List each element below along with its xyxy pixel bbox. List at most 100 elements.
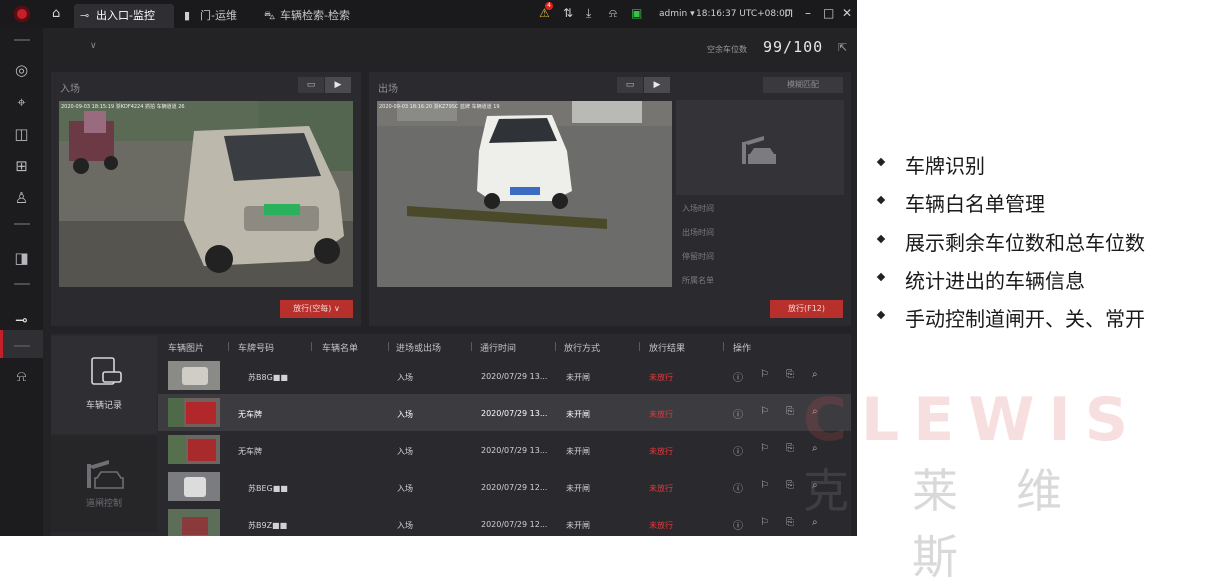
vehicle-thumbnail: [168, 509, 220, 536]
result-cell: 未放行: [649, 484, 673, 493]
tab-vehicle-records[interactable]: 车辆记录: [51, 336, 157, 434]
records-tab-label: 车辆记录: [85, 401, 122, 411]
entry-camera-timestamp: 2020-09-03 18:15:19 浙KDF4224 抓拍 车辆道道 26: [61, 104, 185, 110]
close-icon[interactable]: ✕: [842, 6, 852, 20]
exit-open-gate-button[interactable]: 放行(F12): [770, 300, 843, 318]
sidebar-divider: [14, 223, 30, 225]
feature-text: 手动控制道闸开、关、常开: [905, 307, 1145, 331]
table-row[interactable]: 无车牌 入场 2020/07/29 13... 未开闸 未放行 ⓘ ⚐ ⎘ ⌕: [158, 394, 851, 431]
time-cell: 2020/07/29 12...: [481, 483, 548, 492]
tab-vehicle-search[interactable]: ⛍ 车辆检索-检索: [258, 4, 358, 28]
diamond-bullet-icon: [876, 157, 886, 167]
column-header: 车辆图片: [168, 344, 205, 354]
download-icon[interactable]: ⤓: [586, 6, 591, 21]
image-icon[interactable]: ▣: [631, 6, 642, 20]
mode-cell: 未开闸: [566, 484, 590, 493]
free-spaces-label: 空余车位数: [707, 45, 747, 54]
tab-label: 出入口-监控: [96, 9, 155, 22]
layout-icon[interactable]: ◫: [0, 122, 43, 146]
alarm-light-icon[interactable]: ⍾: [0, 364, 43, 388]
alarm-icon[interactable]: ⍾: [609, 6, 617, 21]
flag-icon[interactable]: ⚐: [760, 480, 769, 491]
tab-gate-control[interactable]: 道闸控制: [51, 436, 157, 532]
person-frame-icon[interactable]: ⌖: [0, 90, 43, 114]
column-divider: [723, 342, 724, 351]
picture-view-button[interactable]: ▭: [298, 77, 324, 93]
chevron-down-icon[interactable]: ∨: [90, 41, 97, 51]
diamond-bullet-icon: [876, 272, 886, 282]
plate-cell: 无车牌: [238, 410, 262, 419]
door-icon: ▮: [184, 9, 191, 22]
fuzzy-match-button[interactable]: 模糊匹配: [763, 77, 843, 93]
tab-entrance-monitor[interactable]: ⊸ 出入口-监控: [74, 4, 174, 28]
vehicle-thumbnail: [168, 361, 220, 390]
feature-text: 展示剩余车位数和总车位数: [905, 231, 1145, 255]
table-row[interactable]: 苏BEG■■ 入场 2020/07/29 12... 未开闸 未放行 ⓘ ⚐ ⎘…: [158, 468, 851, 505]
grid-icon[interactable]: ⊞: [0, 154, 43, 178]
sidebar: ◎ ⌖ ◫ ⊞ ♙ ◨ ⊸ ⍾: [0, 28, 43, 536]
records-icon: [91, 357, 122, 385]
export-icon[interactable]: ⎘: [786, 369, 794, 380]
tab-door-maintenance[interactable]: ▮ 门-运维: [178, 4, 258, 28]
free-spaces-count: 99/100: [763, 38, 824, 56]
info-icon[interactable]: ⓘ: [733, 480, 743, 495]
video-view-button[interactable]: ▶: [644, 77, 670, 93]
app-window: ⌂ ⊸ 出入口-监控 ▮ 门-运维 ⛍ 车辆检索-检索 ⚠ 4 ⇅ ⤓ ⍾ ▣ …: [0, 0, 857, 536]
entry-time-label: 入场时间: [682, 204, 714, 213]
info-icon[interactable]: ⓘ: [733, 406, 743, 421]
top-bar: ⌂ ⊸ 出入口-监控 ▮ 门-运维 ⛍ 车辆检索-检索 ⚠ 4 ⇅ ⤓ ⍾ ▣ …: [0, 0, 857, 28]
lock-icon[interactable]: ⊓: [784, 6, 793, 20]
user-menu[interactable]: admin ▾: [659, 9, 695, 19]
gate-control-icon: [87, 460, 124, 489]
column-header: 操作: [733, 344, 752, 354]
barrier-icon[interactable]: ⊸: [0, 308, 43, 332]
table-header: 车辆图片 车牌号码 车辆名单 进场或出场 通行时间 放行方式 放行结果 操作: [158, 336, 851, 356]
column-divider: [639, 342, 640, 351]
table-row[interactable]: 苏B9Z■■ 入场 2020/07/29 12... 未开闸 未放行 ⓘ ⚐ ⎘…: [158, 505, 851, 536]
direction-cell: 入场: [397, 521, 413, 530]
info-icon[interactable]: ⓘ: [733, 517, 743, 532]
door-icon[interactable]: ◨: [0, 246, 43, 270]
export-icon[interactable]: ⎘: [786, 443, 794, 454]
column-header: 放行方式: [564, 344, 601, 354]
table-row[interactable]: 无车牌 入场 2020/07/29 13... 未开闸 未放行 ⓘ ⚐ ⎘ ⌕: [158, 431, 851, 468]
globe-icon[interactable]: ◎: [0, 58, 43, 82]
tab-label: 门-运维: [200, 9, 237, 22]
column-divider: [388, 342, 389, 351]
maximize-icon[interactable]: □: [823, 6, 834, 20]
mode-cell: 未开闸: [566, 373, 590, 382]
export-icon[interactable]: ⎘: [786, 480, 794, 491]
minimize-icon[interactable]: –: [805, 6, 811, 20]
transfer-icon[interactable]: ⇅: [563, 6, 573, 20]
search-icon[interactable]: ⌕: [812, 369, 818, 380]
plate-cell: 苏B8G■■: [248, 373, 288, 382]
result-cell: 未放行: [649, 521, 673, 530]
export-icon[interactable]: ⎘: [786, 406, 794, 417]
flag-icon[interactable]: ⚐: [760, 369, 769, 380]
diamond-bullet-icon: [876, 234, 886, 244]
table-row[interactable]: 苏B8G■■ 入场 2020/07/29 13... 未开闸 未放行 ⓘ ⚐ ⎘…: [158, 357, 851, 394]
user-icon[interactable]: ♙: [0, 186, 43, 210]
flag-icon[interactable]: ⚐: [760, 517, 769, 528]
car-barrier-icon: [742, 136, 776, 164]
exit-camera-feed: 2020-09-03 18:16:20 浙KZ79SC 蓝牌 车辆道道 19: [377, 101, 672, 287]
entry-open-gate-button[interactable]: 放行(空每) ∨: [280, 300, 353, 318]
feature-text: 车牌识别: [905, 154, 985, 178]
time-cell: 2020/07/29 13...: [481, 409, 548, 418]
info-icon[interactable]: ⓘ: [733, 369, 743, 384]
home-icon[interactable]: ⌂: [52, 6, 60, 21]
info-icon[interactable]: ⓘ: [733, 443, 743, 458]
export-icon[interactable]: ⎘: [786, 517, 794, 528]
external-link-icon[interactable]: ⇱: [838, 41, 847, 54]
plate-cell: 苏BEG■■: [248, 484, 288, 493]
logo-icon: [14, 6, 30, 22]
sidebar-item-entrance-active[interactable]: [0, 330, 43, 358]
flag-icon[interactable]: ⚐: [760, 406, 769, 417]
flag-icon[interactable]: ⚐: [760, 443, 769, 454]
vehicle-thumbnail: [168, 398, 220, 427]
video-view-button[interactable]: ▶: [325, 77, 351, 93]
stay-time-label: 停留时间: [682, 252, 714, 261]
mode-cell: 未开闸: [566, 447, 590, 456]
picture-view-button[interactable]: ▭: [617, 77, 643, 93]
chevron-down-icon: ∨: [333, 304, 340, 313]
